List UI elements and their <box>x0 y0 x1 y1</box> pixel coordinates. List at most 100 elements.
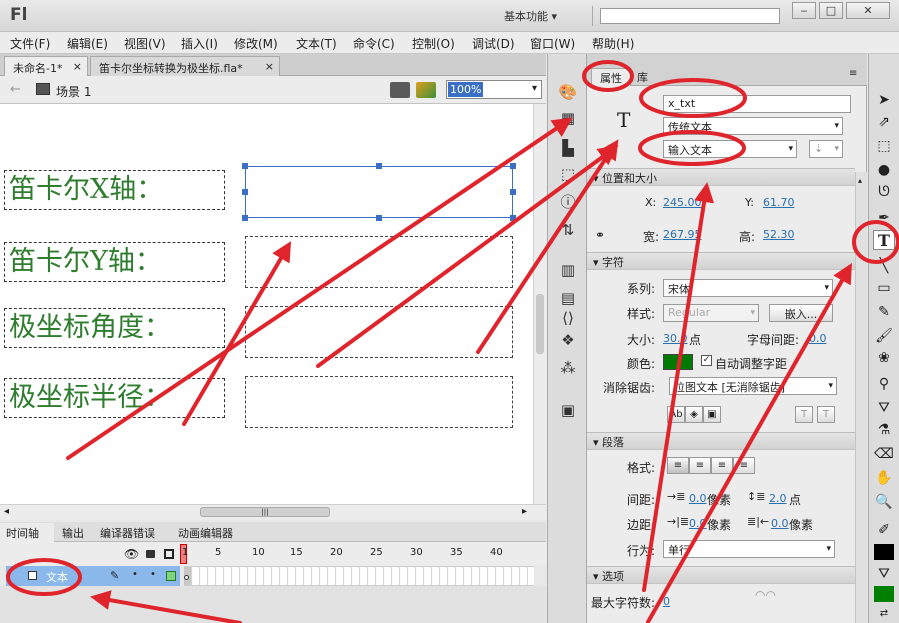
workspace-switcher[interactable]: 基本功能 ▾ <box>504 8 557 24</box>
label-cartesian-y[interactable]: 笛卡尔Y轴： <box>4 242 225 282</box>
scene-panel-icon[interactable]: ▤ <box>558 288 578 308</box>
fill-color-icon[interactable]: ⛛ <box>874 564 894 584</box>
tab-compiler-errors[interactable]: 编译器错误 <box>100 525 155 541</box>
x-value[interactable]: 245.00 <box>663 196 702 209</box>
scroll-thumb[interactable]: ||| <box>200 507 330 517</box>
text-type-select[interactable]: 输入文本 ▾ <box>663 140 797 158</box>
stage-vertical-scrollbar[interactable] <box>533 104 546 504</box>
library-icon[interactable]: ▥ <box>558 260 578 280</box>
motion-presets-icon[interactable]: ⁂ <box>558 358 578 378</box>
tab-library[interactable]: 库 <box>629 68 656 86</box>
menu-text[interactable]: 文本(T) <box>296 35 337 52</box>
indent-value[interactable]: 0.0 <box>689 492 707 505</box>
close-icon[interactable]: × <box>265 60 274 73</box>
menu-modify[interactable]: 修改(M) <box>234 35 278 52</box>
letter-spacing-value[interactable]: 0.0 <box>809 332 827 345</box>
font-family-select[interactable]: 宋体 ▾ <box>663 279 833 297</box>
label-polar-angle[interactable]: 极坐标角度： <box>4 308 225 348</box>
menu-edit[interactable]: 编辑(E) <box>67 35 108 52</box>
color-palette-icon[interactable]: 🎨 <box>558 82 578 102</box>
close-button[interactable]: ✕ <box>846 2 890 19</box>
anti-alias-select[interactable]: 位图文本 [无消除锯齿] ▾ <box>669 377 837 395</box>
selection-handle[interactable] <box>376 215 382 221</box>
properties-scrollbar[interactable]: ▴ <box>855 172 867 623</box>
lasso-tool-icon[interactable]: ᘎ <box>874 182 894 202</box>
brush-tool-icon[interactable]: 🖌 <box>874 326 894 346</box>
pen-tool-icon[interactable]: ✒ <box>874 208 894 228</box>
menu-file[interactable]: 文件(F) <box>10 35 50 52</box>
scroll-up-icon[interactable]: ▴ <box>858 176 862 185</box>
menu-control[interactable]: 控制(O) <box>412 35 455 52</box>
layer-color-swatch[interactable] <box>166 571 176 581</box>
font-style-select[interactable]: Regular ▾ <box>663 304 759 322</box>
tab-properties[interactable]: 属性 <box>591 68 631 86</box>
selection-tool-icon[interactable]: ➤ <box>874 90 894 110</box>
section-character[interactable]: ▾ 字符 <box>587 252 855 270</box>
swatches-grid-icon[interactable]: ▦ <box>558 108 578 128</box>
eye-icon[interactable]: 👁 <box>124 547 139 561</box>
swap-icon[interactable]: ⇅ <box>558 220 578 240</box>
3d-rotation-icon[interactable]: ● <box>874 160 894 180</box>
render-html-icon[interactable]: ◈ <box>685 406 703 423</box>
fill-color-swatch[interactable] <box>874 586 894 602</box>
selection-handle[interactable] <box>242 163 248 169</box>
scroll-left-icon[interactable]: ◂ <box>4 506 9 517</box>
auto-kern-checkbox[interactable]: ✓ <box>701 355 712 366</box>
stage[interactable]: 笛卡尔X轴： 笛卡尔Y轴： 极坐标角度： 极坐标半径： <box>0 104 533 504</box>
eraser-tool-icon[interactable]: ⌫ <box>874 444 894 464</box>
swap-colors-icon[interactable]: ⇄ <box>874 608 894 622</box>
align-justify-icon[interactable]: ≡ <box>733 457 755 474</box>
timeline-layer-row[interactable]: 文本 ✎ • • <box>6 566 180 586</box>
zoom-select[interactable]: 100% ▾ <box>446 80 542 99</box>
subscript-icon[interactable]: T <box>817 406 835 423</box>
scroll-right-icon[interactable]: ▸ <box>522 506 527 517</box>
angle-output-textfield[interactable] <box>245 306 513 358</box>
link-icon[interactable]: ⚭ <box>595 228 605 242</box>
scroll-thumb[interactable] <box>536 294 544 354</box>
align-right-icon[interactable]: ≡ <box>711 457 733 474</box>
selection-handle[interactable] <box>510 189 516 195</box>
lock-icon[interactable] <box>146 550 155 558</box>
selection-handle[interactable] <box>376 163 382 169</box>
text-color-swatch[interactable] <box>663 354 693 370</box>
paint-bucket-icon[interactable]: ⛛ <box>874 398 894 418</box>
components-icon[interactable]: ❖ <box>558 330 578 350</box>
info-icon[interactable]: ⓘ <box>558 192 578 212</box>
show-border-icon[interactable]: ▣ <box>703 406 721 423</box>
layer-name[interactable]: 文本 <box>46 569 68 585</box>
bone-tool-icon[interactable]: ⚲ <box>874 374 894 394</box>
eyedropper-icon[interactable]: ⚗ <box>874 420 894 440</box>
y-input-textfield[interactable] <box>245 236 513 288</box>
width-value[interactable]: 267.95 <box>663 228 702 241</box>
x-input-textfield[interactable] <box>245 166 513 218</box>
menu-commands[interactable]: 命令(C) <box>353 35 395 52</box>
menu-insert[interactable]: 插入(I) <box>181 35 218 52</box>
label-polar-radius[interactable]: 极坐标半径： <box>4 378 225 418</box>
selection-handle[interactable] <box>242 215 248 221</box>
max-chars-value[interactable]: 0 <box>663 595 670 608</box>
label-cartesian-x[interactable]: 笛卡尔X轴： <box>4 170 225 210</box>
margin-left-value[interactable]: 0.0 <box>689 517 707 530</box>
zoom-tool-icon[interactable]: 🔍 <box>874 492 894 512</box>
rectangle-tool-icon[interactable]: ▭ <box>874 278 894 298</box>
tab-motion-editor[interactable]: 动画编辑器 <box>178 525 233 541</box>
selectable-icon[interactable]: Ab <box>667 406 685 423</box>
lock-dot[interactable]: • <box>150 569 156 580</box>
maximize-button[interactable]: □ <box>819 2 843 19</box>
section-paragraph[interactable]: ▾ 段落 <box>587 432 855 450</box>
timeline-frames[interactable] <box>184 566 534 586</box>
tab-output[interactable]: 输出 <box>62 525 84 541</box>
selection-handle[interactable] <box>510 215 516 221</box>
hand-tool-icon[interactable]: ✋ <box>874 468 894 488</box>
text-orientation-select[interactable]: ⇣ ▾ <box>809 140 843 158</box>
text-engine-select[interactable]: 传统文本 ▾ <box>663 117 843 135</box>
help-search-input[interactable] <box>600 8 780 24</box>
minimize-button[interactable]: ‒ <box>792 2 816 19</box>
line-spacing-value[interactable]: 2.0 <box>769 492 787 505</box>
menu-view[interactable]: 视图(V) <box>124 35 166 52</box>
embed-button[interactable]: 嵌入... <box>769 304 833 322</box>
history-icon[interactable]: ▣ <box>558 400 578 420</box>
line-tool-icon[interactable]: ╲ <box>874 256 894 276</box>
doc-tab-untitled[interactable]: 未命名-1* × <box>4 56 88 76</box>
menu-debug[interactable]: 调试(D) <box>472 35 515 52</box>
